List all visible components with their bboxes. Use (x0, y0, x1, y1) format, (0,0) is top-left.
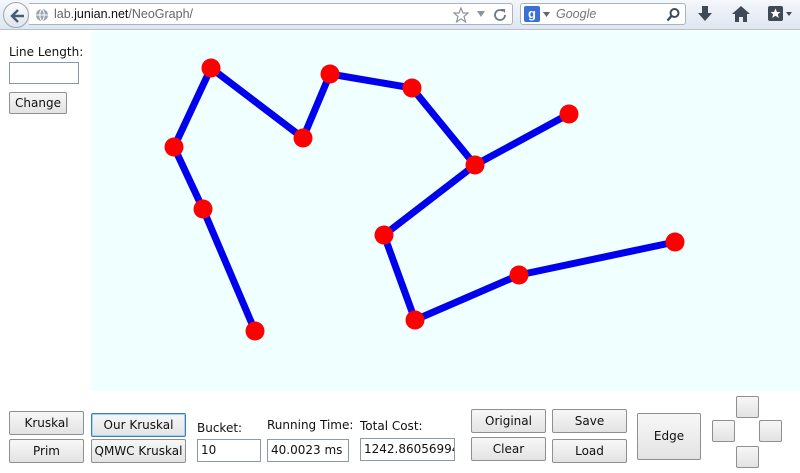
search-icon[interactable] (666, 7, 681, 22)
pan-up-button[interactable] (736, 396, 759, 418)
edge-button-label: Edge (653, 429, 685, 443)
save-button[interactable]: Save (552, 409, 627, 433)
bucket-input[interactable]: 10 (197, 439, 261, 462)
original-button-label: Original (485, 414, 532, 428)
clear-button-label: Clear (492, 442, 525, 456)
change-button-label: Change (15, 96, 61, 110)
search-engine-logo[interactable]: g (524, 6, 540, 22)
home-icon[interactable] (731, 5, 751, 23)
graph-node[interactable] (164, 137, 184, 157)
back-arrow-icon (10, 9, 24, 23)
graph-node[interactable] (193, 199, 213, 219)
globe-icon (36, 8, 48, 22)
kruskal-button[interactable]: Kruskal (9, 411, 84, 435)
graph-canvas[interactable] (91, 31, 800, 391)
original-button[interactable]: Original (471, 409, 546, 433)
app-window: lab.junian.net/NeoGraph/ g Google Line L… (0, 0, 800, 473)
our-kruskal-button-label: Our Kruskal (103, 418, 174, 432)
graph-node[interactable] (665, 232, 685, 252)
graph-edge[interactable] (471, 110, 573, 169)
graph-node[interactable] (201, 58, 221, 78)
url-text: lab.junian.net/NeoGraph/ (54, 7, 193, 21)
history-dropdown-icon[interactable] (476, 10, 486, 18)
graph-edge[interactable] (170, 143, 207, 213)
our-kruskal-button[interactable]: Our Kruskal (91, 413, 186, 437)
line-length-input[interactable] (9, 62, 79, 84)
engine-dropdown-icon[interactable] (543, 12, 550, 17)
bookmark-star-icon[interactable] (453, 7, 469, 23)
graph-edge[interactable] (207, 64, 307, 142)
browser-toolbar: lab.junian.net/NeoGraph/ g Google (0, 0, 800, 30)
pan-down-button[interactable] (736, 446, 759, 468)
graph-edge[interactable] (299, 70, 334, 142)
edge-button[interactable]: Edge (637, 413, 701, 460)
qmwc-kruskal-button[interactable]: QMWC Kruskal (91, 439, 186, 463)
graph-node[interactable] (405, 310, 425, 330)
graph-edge[interactable] (408, 84, 479, 169)
prim-button-label: Prim (33, 444, 60, 458)
back-button[interactable] (3, 2, 29, 28)
graph-edge[interactable] (515, 238, 679, 279)
graph-node[interactable] (402, 78, 422, 98)
bucket-label: Bucket: (197, 421, 243, 435)
search-placeholder: Google (556, 7, 597, 21)
clear-button[interactable]: Clear (471, 437, 546, 461)
url-path: /NeoGraph/ (128, 7, 193, 21)
graph-node[interactable] (245, 321, 265, 341)
search-bar[interactable]: g Google (520, 3, 686, 25)
url-bar[interactable]: lab.junian.net/NeoGraph/ (29, 3, 513, 25)
prim-button[interactable]: Prim (9, 439, 84, 463)
graph-node[interactable] (509, 265, 529, 285)
bookmarks-menu-icon[interactable] (767, 5, 793, 23)
graph-edge[interactable] (380, 231, 419, 324)
graph-edge[interactable] (170, 64, 215, 151)
graph-edge[interactable] (380, 161, 479, 239)
total-cost-label: Total Cost: (360, 419, 423, 433)
total-cost-field[interactable]: 1242.86056994 (360, 438, 455, 461)
change-button[interactable]: Change (9, 92, 67, 114)
load-button-label: Load (575, 444, 604, 458)
graph-node[interactable] (374, 225, 394, 245)
running-time-field[interactable]: 40.0023 ms (267, 439, 349, 462)
graph-svg[interactable] (91, 31, 800, 391)
running-time-label: Running Time: (267, 418, 354, 432)
graph-edge[interactable] (199, 205, 259, 335)
url-domain: junian.net (74, 7, 129, 21)
pan-right-button[interactable] (759, 420, 782, 442)
graph-edge[interactable] (411, 271, 523, 324)
line-length-label: Line Length: (9, 45, 84, 59)
reload-icon[interactable] (492, 7, 508, 23)
graph-node[interactable] (293, 128, 313, 148)
qmwc-kruskal-button-label: QMWC Kruskal (94, 444, 183, 458)
graph-node[interactable] (320, 64, 340, 84)
graph-node[interactable] (465, 155, 485, 175)
graph-node[interactable] (559, 104, 579, 124)
graph-edge[interactable] (326, 70, 416, 92)
kruskal-button-label: Kruskal (24, 416, 69, 430)
load-button[interactable]: Load (552, 439, 627, 463)
pan-left-button[interactable] (712, 420, 735, 442)
url-host: lab. (54, 7, 75, 21)
download-icon[interactable] (696, 5, 714, 23)
save-button-label: Save (574, 414, 605, 428)
